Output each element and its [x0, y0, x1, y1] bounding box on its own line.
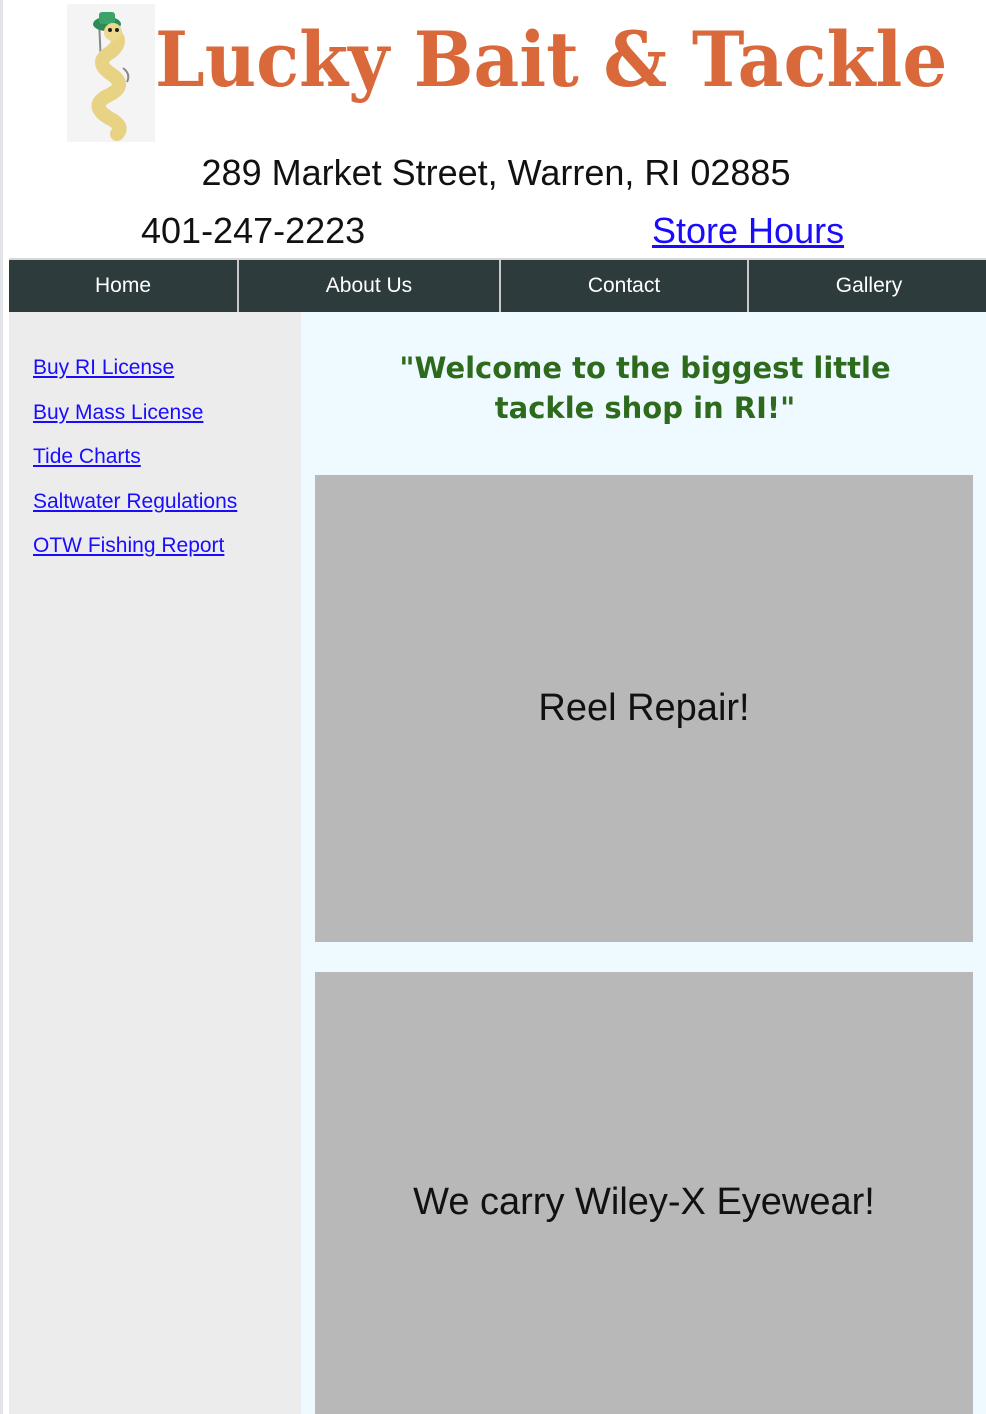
store-address: 289 Market Street, Warren, RI 02885	[201, 152, 791, 193]
page: Lucky Bait & Tackle 289 Market Street, W…	[0, 0, 986, 1414]
saltwater-regulations-link[interactable]: Saltwater Regulations	[33, 490, 237, 513]
main-nav: Home About Us Contact Gallery	[9, 258, 986, 312]
nav-gallery[interactable]: Gallery	[749, 260, 986, 312]
worm-mascot-icon	[67, 4, 155, 142]
nav-about-us[interactable]: About Us	[239, 260, 501, 312]
buy-ri-license-link[interactable]: Buy RI License	[33, 356, 174, 379]
promo-banner-reel-repair[interactable]: Reel Repair!	[315, 475, 973, 942]
otw-fishing-report-link[interactable]: OTW Fishing Report	[33, 534, 224, 557]
tide-charts-link[interactable]: Tide Charts	[33, 445, 141, 468]
sidebar-item: Buy Mass License	[33, 401, 237, 446]
nav-contact[interactable]: Contact	[501, 260, 749, 312]
sidebar-item: Tide Charts	[33, 445, 237, 490]
sidebar-item: Buy RI License	[33, 356, 237, 401]
brand-title: Lucky Bait & Tackle	[155, 15, 948, 104]
promo-banner-wiley-x[interactable]: We carry Wiley-X Eyewear!	[315, 972, 973, 1414]
sidebar: Buy RI License Buy Mass License Tide Cha…	[9, 312, 301, 1414]
main-content: "Welcome to the biggest little tackle sh…	[301, 312, 986, 1414]
store-phone: 401-247-2223	[141, 210, 366, 251]
promo-text: We carry Wiley-X Eyewear!	[413, 1180, 875, 1223]
promo-text: Reel Repair!	[538, 687, 750, 729]
welcome-heading: "Welcome to the biggest little tackle sh…	[399, 351, 891, 425]
buy-mass-license-link[interactable]: Buy Mass License	[33, 401, 203, 424]
nav-home[interactable]: Home	[9, 260, 239, 312]
sidebar-links: Buy RI License Buy Mass License Tide Cha…	[33, 356, 237, 579]
store-hours-link[interactable]: Store Hours	[652, 210, 844, 252]
sidebar-item: Saltwater Regulations	[33, 490, 237, 535]
sidebar-item: OTW Fishing Report	[33, 534, 237, 579]
